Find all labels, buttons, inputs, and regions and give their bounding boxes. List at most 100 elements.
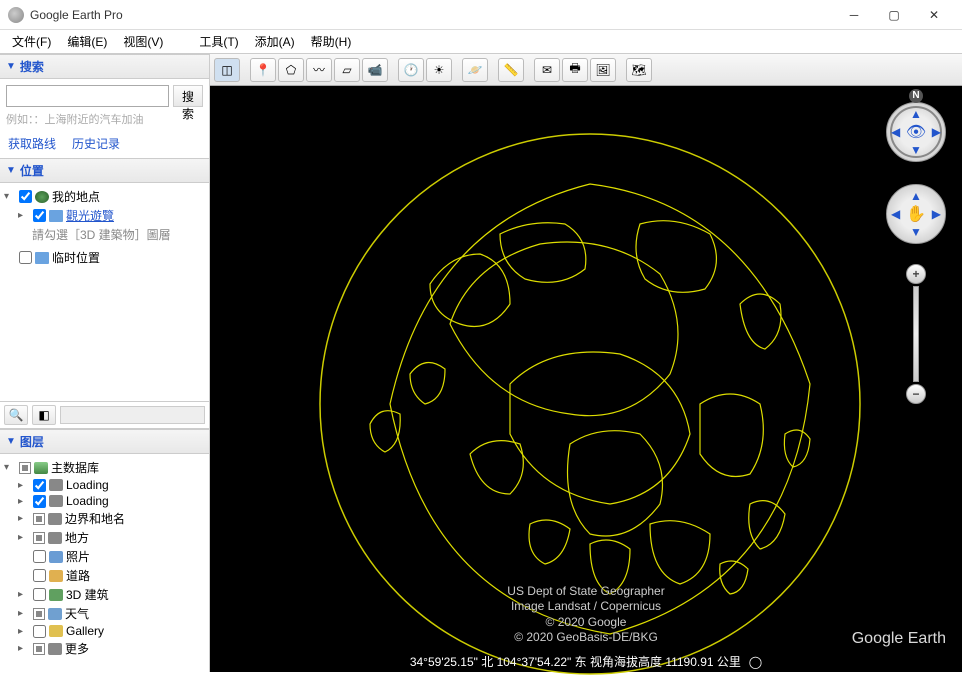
hand-icon: ✋ bbox=[906, 204, 926, 224]
record-tour-icon[interactable]: 📹 bbox=[362, 58, 388, 82]
zoom-control[interactable]: + − bbox=[906, 264, 926, 404]
layer-label[interactable]: 天气 bbox=[65, 605, 89, 622]
layer-label[interactable]: 更多 bbox=[65, 640, 89, 657]
expand-icon[interactable]: ▸ bbox=[18, 532, 30, 543]
myplaces-label[interactable]: 我的地点 bbox=[52, 188, 100, 205]
search-example: 例如：：上海附近的汽车加油 bbox=[6, 111, 203, 127]
sightseeing-checkbox[interactable] bbox=[33, 209, 46, 222]
image-overlay-icon[interactable]: ▱ bbox=[334, 58, 360, 82]
search-panel-header[interactable]: ▼ 搜索 bbox=[0, 54, 209, 79]
path-icon[interactable]: 〰 bbox=[306, 58, 332, 82]
layer-label[interactable]: 地方 bbox=[65, 529, 89, 546]
layer-row: 照片 bbox=[18, 547, 205, 566]
compass-control[interactable]: N ▲ ▼ ◀ ▶ 👁 bbox=[886, 102, 946, 162]
status-bar: 34°59'25.15" 北 104°37'54.22" 东 视角海拔高度 11… bbox=[410, 653, 762, 670]
menu-add[interactable]: 添加(A) bbox=[247, 31, 303, 52]
layer-label[interactable]: Loading bbox=[66, 478, 109, 492]
layer-icon bbox=[48, 643, 62, 655]
layer-row: 道路 bbox=[18, 566, 205, 585]
places-panel-header[interactable]: ▼ 位置 bbox=[0, 158, 209, 183]
close-button[interactable]: ✕ bbox=[914, 1, 954, 29]
layer-checkbox[interactable] bbox=[33, 513, 45, 525]
places-panel: ▾ 我的地点 ▸ 觀光遊覽 請勾選［3D 建築物］圖層 临时位置 bbox=[0, 183, 209, 401]
ruler-icon[interactable]: 📏 bbox=[498, 58, 524, 82]
sunlight-icon[interactable]: ☀ bbox=[426, 58, 452, 82]
window-title: Google Earth Pro bbox=[30, 8, 834, 22]
placemark-icon[interactable]: 📍 bbox=[250, 58, 276, 82]
menu-edit[interactable]: 编辑(E) bbox=[59, 31, 115, 52]
menu-help[interactable]: 帮助(H) bbox=[303, 31, 360, 52]
history-link[interactable]: 历史记录 bbox=[72, 135, 120, 152]
folder-icon bbox=[35, 252, 49, 264]
layer-label[interactable]: 照片 bbox=[66, 548, 90, 565]
expand-icon[interactable]: ▾ bbox=[4, 462, 16, 473]
hide-sidebar-icon[interactable]: ◫ bbox=[214, 58, 240, 82]
folder-icon bbox=[49, 210, 63, 222]
layer-checkbox[interactable] bbox=[33, 588, 46, 601]
get-route-link[interactable]: 获取路线 bbox=[8, 135, 56, 152]
layers-panel-header[interactable]: ▼ 图层 bbox=[0, 429, 209, 454]
expand-icon[interactable]: ▸ bbox=[18, 513, 30, 524]
layer-checkbox[interactable] bbox=[33, 550, 46, 563]
expand-icon[interactable]: ▸ bbox=[18, 480, 30, 491]
pan-control[interactable]: ▲ ▼ ◀ ▶ ✋ bbox=[886, 184, 946, 244]
layer-checkbox[interactable] bbox=[33, 625, 46, 638]
save-image-icon[interactable]: 🖼 bbox=[590, 58, 616, 82]
panel-toggle-icon[interactable]: ◧ bbox=[32, 405, 56, 425]
loading-spinner-icon: ◯ bbox=[749, 655, 762, 669]
brand-watermark: Google Earth bbox=[852, 630, 946, 648]
layer-label[interactable]: 边界和地名 bbox=[65, 510, 125, 527]
layer-label[interactable]: 道路 bbox=[66, 567, 90, 584]
expand-icon[interactable]: ▸ bbox=[18, 626, 30, 637]
search-places-icon[interactable]: 🔍 bbox=[4, 405, 28, 425]
email-icon[interactable]: ✉ bbox=[534, 58, 560, 82]
layer-label[interactable]: Gallery bbox=[66, 624, 104, 638]
history-icon[interactable]: 🕐 bbox=[398, 58, 424, 82]
menu-view[interactable]: 视图(V) bbox=[115, 31, 171, 52]
menu-file[interactable]: 文件(F) bbox=[4, 31, 59, 52]
minimize-button[interactable]: ─ bbox=[834, 1, 874, 29]
main-toolbar: ◫ 📍 ⬠ 〰 ▱ 📹 🕐 ☀ 🪐 📏 ✉ 🖶 🖼 🗺 bbox=[210, 54, 962, 86]
zoom-out-button[interactable]: − bbox=[906, 384, 926, 404]
expand-icon[interactable]: ▾ bbox=[4, 191, 16, 202]
zoom-track[interactable] bbox=[913, 286, 919, 382]
primary-db-checkbox[interactable] bbox=[19, 462, 31, 474]
layer-checkbox[interactable] bbox=[33, 495, 46, 508]
layer-checkbox[interactable] bbox=[33, 608, 45, 620]
titlebar: Google Earth Pro ─ ▢ ✕ bbox=[0, 0, 962, 30]
layer-checkbox[interactable] bbox=[33, 532, 45, 544]
expand-icon[interactable]: ▸ bbox=[18, 589, 30, 600]
layer-label[interactable]: Loading bbox=[66, 494, 109, 508]
search-input[interactable] bbox=[6, 85, 169, 107]
expand-icon[interactable]: ▸ bbox=[18, 608, 30, 619]
zoom-in-button[interactable]: + bbox=[906, 264, 926, 284]
maximize-button[interactable]: ▢ bbox=[874, 1, 914, 29]
expand-icon[interactable]: ▸ bbox=[18, 210, 30, 221]
collapse-icon: ▼ bbox=[6, 165, 16, 176]
layer-row: ▸ 更多 bbox=[18, 639, 205, 658]
layer-checkbox[interactable] bbox=[33, 569, 46, 582]
temp-checkbox[interactable] bbox=[19, 251, 32, 264]
opacity-slider[interactable] bbox=[60, 406, 205, 424]
planet-icon[interactable]: 🪐 bbox=[462, 58, 488, 82]
menu-tools[interactable]: 工具(T) bbox=[191, 31, 246, 52]
temp-label[interactable]: 临时位置 bbox=[52, 249, 100, 266]
map-viewport[interactable]: ◫ 📍 ⬠ 〰 ▱ 📹 🕐 ☀ 🪐 📏 ✉ 🖶 🖼 🗺 bbox=[210, 54, 962, 672]
layer-icon bbox=[49, 589, 63, 601]
primary-db-label[interactable]: 主数据库 bbox=[51, 459, 99, 476]
print-icon[interactable]: 🖶 bbox=[562, 58, 588, 82]
layer-label[interactable]: 3D 建筑 bbox=[66, 586, 109, 603]
layer-row: ▸ Loading bbox=[18, 493, 205, 509]
expand-icon[interactable]: ▸ bbox=[18, 496, 30, 507]
sightseeing-label[interactable]: 觀光遊覽 bbox=[66, 207, 114, 224]
layer-checkbox[interactable] bbox=[33, 643, 45, 655]
search-button[interactable]: 搜索 bbox=[173, 85, 203, 107]
places-title: 位置 bbox=[20, 162, 44, 179]
layer-icon bbox=[49, 625, 63, 637]
view-in-maps-icon[interactable]: 🗺 bbox=[626, 58, 652, 82]
myplaces-checkbox[interactable] bbox=[19, 190, 32, 203]
polygon-icon[interactable]: ⬠ bbox=[278, 58, 304, 82]
expand-icon[interactable]: ▸ bbox=[18, 643, 30, 654]
layer-checkbox[interactable] bbox=[33, 479, 46, 492]
search-panel: 搜索 例如：：上海附近的汽车加油 获取路线 历史记录 bbox=[0, 79, 209, 158]
